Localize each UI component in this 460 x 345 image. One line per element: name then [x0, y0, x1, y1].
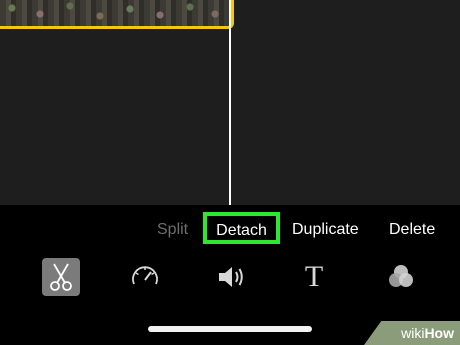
watermark-prefix: wiki	[401, 325, 425, 341]
filters-icon	[389, 265, 413, 287]
timeline[interactable]	[0, 0, 460, 205]
watermark-suffix: How	[424, 325, 454, 341]
scissors-icon	[50, 263, 72, 291]
duplicate-button[interactable]: Duplicate	[292, 214, 359, 246]
filters-tool-button[interactable]	[382, 258, 420, 296]
playhead[interactable]	[229, 0, 231, 205]
speedometer-icon	[132, 266, 158, 285]
title-tool-button[interactable]: T	[295, 258, 333, 296]
tool-bar: T	[0, 258, 460, 298]
split-button[interactable]: Split	[157, 214, 188, 246]
speed-tool-button[interactable]	[126, 258, 164, 296]
video-clip[interactable]	[0, 0, 234, 29]
wikihow-watermark: wikiHow	[364, 321, 460, 345]
speaker-icon	[219, 267, 243, 287]
clip-actions: Split Detach Duplicate Delete	[0, 212, 460, 246]
title-icon: T	[304, 260, 324, 293]
delete-button[interactable]: Delete	[389, 214, 435, 246]
scissors-tool-button[interactable]	[42, 258, 80, 296]
detach-button[interactable]: Detach	[203, 212, 280, 244]
home-indicator[interactable]	[148, 326, 312, 332]
volume-tool-button[interactable]	[212, 258, 250, 296]
